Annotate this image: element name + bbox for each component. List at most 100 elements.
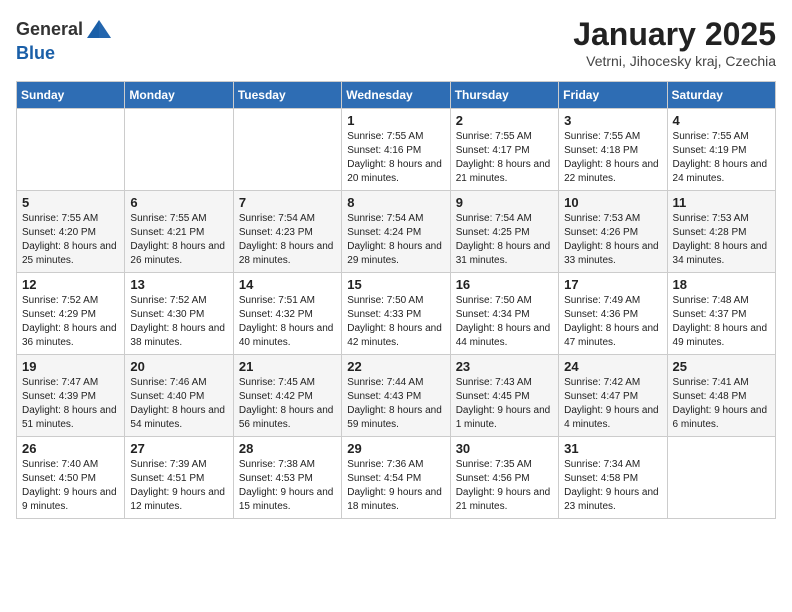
calendar-cell: 11Sunrise: 7:53 AMSunset: 4:28 PMDayligh…	[667, 191, 775, 273]
location-subtitle: Vetrni, Jihocesky kraj, Czechia	[573, 53, 776, 69]
day-info: Sunrise: 7:46 AMSunset: 4:40 PMDaylight:…	[130, 376, 227, 432]
day-info: Sunrise: 7:55 AMSunset: 4:21 PMDaylight:…	[130, 212, 227, 268]
logo-blue: Blue	[16, 44, 113, 64]
day-info: Sunrise: 7:55 AMSunset: 4:17 PMDaylight:…	[456, 130, 553, 186]
page-header: General Blue January 2025 Vetrni, Jihoce…	[16, 16, 776, 69]
day-number: 31	[564, 441, 661, 456]
day-info: Sunrise: 7:51 AMSunset: 4:32 PMDaylight:…	[239, 294, 336, 350]
day-info: Sunrise: 7:39 AMSunset: 4:51 PMDaylight:…	[130, 458, 227, 514]
calendar-cell: 22Sunrise: 7:44 AMSunset: 4:43 PMDayligh…	[342, 355, 450, 437]
weekday-header-thursday: Thursday	[450, 82, 558, 109]
day-number: 16	[456, 277, 553, 292]
day-number: 9	[456, 195, 553, 210]
day-number: 18	[673, 277, 770, 292]
weekday-header-wednesday: Wednesday	[342, 82, 450, 109]
day-number: 11	[673, 195, 770, 210]
day-number: 21	[239, 359, 336, 374]
day-info: Sunrise: 7:53 AMSunset: 4:26 PMDaylight:…	[564, 212, 661, 268]
calendar-cell	[667, 437, 775, 519]
calendar-cell: 21 Sunrise: 7:45 AMSunset: 4:42 PMDayligh…	[233, 355, 341, 437]
day-info: Sunrise: 7:44 AMSunset: 4:43 PMDaylight:…	[347, 376, 444, 432]
day-number: 19	[22, 359, 119, 374]
calendar-cell	[125, 109, 233, 191]
day-info: Sunrise: 7:54 AMSunset: 4:24 PMDaylight:…	[347, 212, 444, 268]
day-number: 8	[347, 195, 444, 210]
calendar-cell: 31 Sunrise: 7:34 AMSunset: 4:58 PMDayligh…	[559, 437, 667, 519]
day-info: Sunrise: 7:35 AMSunset: 4:56 PMDaylight:…	[456, 458, 553, 514]
day-info: Sunrise: 7:55 AMSunset: 4:16 PMDaylight:…	[347, 130, 444, 186]
calendar-cell: 30 Sunrise: 7:35 AMSunset: 4:56 PMDayligh…	[450, 437, 558, 519]
calendar-week-1: 1 Sunrise: 7:55 AMSunset: 4:16 PMDaylight…	[17, 109, 776, 191]
day-number: 30	[456, 441, 553, 456]
calendar-cell	[233, 109, 341, 191]
calendar-week-3: 12 Sunrise: 7:52 AMSunset: 4:29 PMDayligh…	[17, 273, 776, 355]
calendar-cell: 1 Sunrise: 7:55 AMSunset: 4:16 PMDaylight…	[342, 109, 450, 191]
day-number: 15	[347, 277, 444, 292]
day-number: 5	[22, 195, 119, 210]
day-info: Sunrise: 7:52 AMSunset: 4:30 PMDaylight:…	[130, 294, 227, 350]
day-info: Sunrise: 7:54 AMSunset: 4:23 PMDaylight:…	[239, 212, 336, 268]
day-number: 12	[22, 277, 119, 292]
day-info: Sunrise: 7:49 AMSunset: 4:36 PMDaylight:…	[564, 294, 661, 350]
day-info: Sunrise: 7:50 AMSunset: 4:33 PMDaylight:…	[347, 294, 444, 350]
calendar-cell: 6Sunrise: 7:55 AMSunset: 4:21 PMDaylight…	[125, 191, 233, 273]
title-block: January 2025 Vetrni, Jihocesky kraj, Cze…	[573, 16, 776, 69]
day-info: Sunrise: 7:47 AMSunset: 4:39 PMDaylight:…	[22, 376, 119, 432]
day-number: 28	[239, 441, 336, 456]
calendar-cell: 14 Sunrise: 7:51 AMSunset: 4:32 PMDayligh…	[233, 273, 341, 355]
calendar-table: SundayMondayTuesdayWednesdayThursdayFrid…	[16, 81, 776, 519]
day-number: 24	[564, 359, 661, 374]
calendar-cell: 3 Sunrise: 7:55 AMSunset: 4:18 PMDaylight…	[559, 109, 667, 191]
logo-icon	[85, 16, 113, 44]
calendar-cell: 20 Sunrise: 7:46 AMSunset: 4:40 PMDayligh…	[125, 355, 233, 437]
day-info: Sunrise: 7:45 AMSunset: 4:42 PMDaylight:…	[239, 376, 336, 432]
day-info: Sunrise: 7:38 AMSunset: 4:53 PMDaylight:…	[239, 458, 336, 514]
calendar-cell: 19 Sunrise: 7:47 AMSunset: 4:39 PMDayligh…	[17, 355, 125, 437]
calendar-cell: 8 Sunrise: 7:54 AMSunset: 4:24 PMDaylight…	[342, 191, 450, 273]
calendar-week-5: 26 Sunrise: 7:40 AMSunset: 4:50 PMDayligh…	[17, 437, 776, 519]
calendar-week-2: 5 Sunrise: 7:55 AMSunset: 4:20 PMDaylight…	[17, 191, 776, 273]
day-info: Sunrise: 7:52 AMSunset: 4:29 PMDaylight:…	[22, 294, 119, 350]
day-number: 14	[239, 277, 336, 292]
calendar-cell: 5 Sunrise: 7:55 AMSunset: 4:20 PMDaylight…	[17, 191, 125, 273]
calendar-cell: 10Sunrise: 7:53 AMSunset: 4:26 PMDayligh…	[559, 191, 667, 273]
day-info: Sunrise: 7:40 AMSunset: 4:50 PMDaylight:…	[22, 458, 119, 514]
weekday-header-tuesday: Tuesday	[233, 82, 341, 109]
calendar-cell: 18Sunrise: 7:48 AMSunset: 4:37 PMDayligh…	[667, 273, 775, 355]
logo-general: General	[16, 20, 83, 40]
day-number: 2	[456, 113, 553, 128]
month-title: January 2025	[573, 16, 776, 53]
calendar-cell: 16Sunrise: 7:50 AMSunset: 4:34 PMDayligh…	[450, 273, 558, 355]
calendar-cell: 27Sunrise: 7:39 AMSunset: 4:51 PMDayligh…	[125, 437, 233, 519]
calendar-cell: 23Sunrise: 7:43 AMSunset: 4:45 PMDayligh…	[450, 355, 558, 437]
day-number: 26	[22, 441, 119, 456]
day-info: Sunrise: 7:42 AMSunset: 4:47 PMDaylight:…	[564, 376, 661, 432]
day-number: 3	[564, 113, 661, 128]
day-info: Sunrise: 7:55 AMSunset: 4:19 PMDaylight:…	[673, 130, 770, 186]
calendar-cell: 26 Sunrise: 7:40 AMSunset: 4:50 PMDayligh…	[17, 437, 125, 519]
calendar-cell: 24 Sunrise: 7:42 AMSunset: 4:47 PMDayligh…	[559, 355, 667, 437]
day-info: Sunrise: 7:34 AMSunset: 4:58 PMDaylight:…	[564, 458, 661, 514]
calendar-cell: 7Sunrise: 7:54 AMSunset: 4:23 PMDaylight…	[233, 191, 341, 273]
day-info: Sunrise: 7:36 AMSunset: 4:54 PMDaylight:…	[347, 458, 444, 514]
calendar-cell: 29 Sunrise: 7:36 AMSunset: 4:54 PMDayligh…	[342, 437, 450, 519]
calendar-week-4: 19 Sunrise: 7:47 AMSunset: 4:39 PMDayligh…	[17, 355, 776, 437]
day-number: 1	[347, 113, 444, 128]
day-number: 17	[564, 277, 661, 292]
day-number: 4	[673, 113, 770, 128]
weekday-header-friday: Friday	[559, 82, 667, 109]
day-info: Sunrise: 7:55 AMSunset: 4:18 PMDaylight:…	[564, 130, 661, 186]
day-info: Sunrise: 7:41 AMSunset: 4:48 PMDaylight:…	[673, 376, 770, 432]
day-info: Sunrise: 7:54 AMSunset: 4:25 PMDaylight:…	[456, 212, 553, 268]
day-number: 20	[130, 359, 227, 374]
calendar-cell: 13 Sunrise: 7:52 AMSunset: 4:30 PMDayligh…	[125, 273, 233, 355]
calendar-cell: 9 Sunrise: 7:54 AMSunset: 4:25 PMDaylight…	[450, 191, 558, 273]
day-number: 13	[130, 277, 227, 292]
day-info: Sunrise: 7:55 AMSunset: 4:20 PMDaylight:…	[22, 212, 119, 268]
calendar-cell: 15 Sunrise: 7:50 AMSunset: 4:33 PMDayligh…	[342, 273, 450, 355]
calendar-cell: 28 Sunrise: 7:38 AMSunset: 4:53 PMDayligh…	[233, 437, 341, 519]
day-number: 29	[347, 441, 444, 456]
weekday-header-sunday: Sunday	[17, 82, 125, 109]
day-number: 25	[673, 359, 770, 374]
day-number: 23	[456, 359, 553, 374]
